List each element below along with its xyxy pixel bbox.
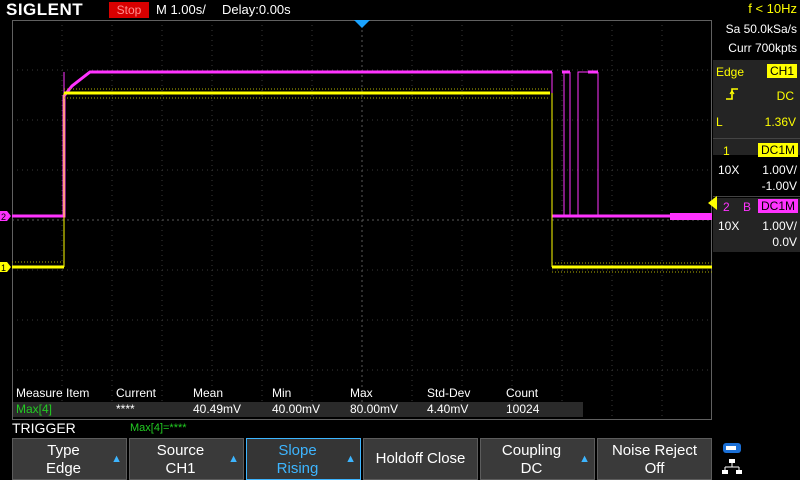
waveform-display[interactable] bbox=[12, 20, 712, 420]
measure-item: Max[4] bbox=[16, 402, 53, 416]
trigger-coupling: DC bbox=[776, 89, 794, 103]
measure-header-max: Max bbox=[350, 386, 373, 400]
measurement-table[interactable]: Measure Item Current Mean Min Max Std-De… bbox=[13, 386, 583, 418]
measure-count: 10024 bbox=[506, 402, 540, 416]
ch2-info-panel[interactable]: 2 B DC1M 10X 1.00V/ 0.0V bbox=[708, 196, 800, 252]
measure-header-item: Measure Item bbox=[16, 386, 90, 400]
trigger-source-button-label: Source bbox=[156, 442, 205, 459]
trigger-coupling-button[interactable]: Coupling DC ▲ bbox=[480, 438, 595, 480]
measurement-summary: Max[4]=**** bbox=[130, 422, 187, 434]
trigger-coupling-button-label: Coupling bbox=[501, 442, 562, 459]
holdoff-button[interactable]: Holdoff Close bbox=[363, 438, 478, 480]
ch2-offset: 0.0V bbox=[772, 235, 797, 249]
trigger-type-button-label: Type bbox=[47, 442, 80, 459]
measure-max: 80.00mV bbox=[350, 402, 399, 416]
ch2-bw-limit-flag: B bbox=[743, 200, 752, 214]
trigger-coupling-button-value: DC bbox=[520, 460, 543, 477]
chevron-up-icon: ▲ bbox=[345, 453, 356, 465]
measure-stddev: 4.40mV bbox=[427, 402, 469, 416]
trigger-type-button[interactable]: Type Edge ▲ bbox=[12, 438, 127, 480]
ch1-offset: -1.00V bbox=[761, 179, 797, 193]
noise-reject-button-value: Off bbox=[644, 460, 665, 477]
ch2-probe: 10X bbox=[718, 219, 740, 233]
run-stop-indicator[interactable]: Stop bbox=[109, 2, 149, 18]
svg-text:2: 2 bbox=[1, 212, 6, 222]
delay-readout[interactable]: Delay:0.00s bbox=[222, 2, 291, 17]
trigger-source-button-value: CH1 bbox=[165, 460, 196, 477]
menu-title: TRIGGER bbox=[12, 420, 76, 436]
trigger-level: 1.36V bbox=[764, 115, 796, 129]
trigger-source-button[interactable]: Source CH1 ▲ bbox=[129, 438, 244, 480]
measure-header-current: Current bbox=[116, 386, 157, 400]
measurement-row: Max[4] **** 40.49mV 40.00mV 80.00mV 4.40… bbox=[13, 402, 583, 417]
ch2-selected-indicator-icon bbox=[708, 196, 717, 210]
trigger-level-prefix: L bbox=[716, 115, 723, 129]
measure-header-min: Min bbox=[272, 386, 292, 400]
chevron-up-icon: ▲ bbox=[579, 453, 590, 465]
trigger-source-badge: CH1 bbox=[766, 64, 797, 78]
ch1-info-panel[interactable]: 1 DC1M 10X 1.00V/ -1.00V bbox=[713, 142, 800, 194]
right-info-panel: Sa 50.0kSa/s Curr 700kpts Edge CH1 DC L … bbox=[708, 20, 800, 434]
ch1-offset-marker[interactable]: 1 bbox=[0, 261, 12, 273]
measure-mean: 40.49mV bbox=[193, 402, 242, 416]
network-icon bbox=[722, 459, 742, 474]
noise-reject-button-label: Noise Reject bbox=[611, 442, 698, 459]
trigger-info-panel[interactable]: Edge CH1 DC L 1.36V bbox=[713, 60, 800, 155]
ch2-offset-marker[interactable]: 2 bbox=[0, 210, 12, 222]
frequency-counter: f < 10Hz bbox=[748, 1, 797, 16]
chevron-up-icon: ▲ bbox=[228, 453, 239, 465]
ch2-number: 2 bbox=[723, 200, 730, 214]
noise-reject-button[interactable]: Noise Reject Off bbox=[597, 438, 712, 480]
trigger-slope-button-value: Rising bbox=[276, 460, 319, 477]
measure-header-stddev: Std-Dev bbox=[427, 386, 471, 400]
rising-edge-icon bbox=[726, 88, 738, 100]
ch2-scale: 1.00V/ bbox=[762, 219, 797, 233]
trigger-type-button-value: Edge bbox=[45, 460, 82, 477]
brand-logo: SIGLENT bbox=[6, 0, 84, 19]
chevron-up-icon: ▲ bbox=[111, 453, 122, 465]
ch1-number: 1 bbox=[723, 144, 730, 158]
trigger-type: Edge bbox=[716, 65, 745, 79]
usb-icon bbox=[723, 443, 741, 453]
measure-current: **** bbox=[116, 402, 135, 416]
measure-header-mean: Mean bbox=[193, 386, 224, 400]
ch1-coupling-badge: DC1M bbox=[757, 143, 798, 157]
sample-rate: Sa 50.0kSa/s bbox=[725, 22, 797, 36]
ch1-probe: 10X bbox=[718, 163, 740, 177]
top-status-bar: SIGLENT Stop M 1.00s/ Delay:0.00s f < 10… bbox=[0, 0, 800, 20]
measure-header-count: Count bbox=[506, 386, 539, 400]
trigger-slope-button[interactable]: Slope Rising ▲ bbox=[246, 438, 361, 480]
svg-text:1: 1 bbox=[1, 263, 6, 273]
memory-depth: Curr 700kpts bbox=[728, 41, 797, 55]
measure-min: 40.00mV bbox=[272, 402, 321, 416]
ch1-scale: 1.00V/ bbox=[762, 163, 797, 177]
timebase-readout[interactable]: M 1.00s/ bbox=[156, 2, 206, 17]
trigger-slope-button-label: Slope bbox=[278, 442, 317, 459]
ch2-coupling-badge: DC1M bbox=[757, 199, 798, 213]
holdoff-button-label: Holdoff Close bbox=[375, 450, 466, 467]
